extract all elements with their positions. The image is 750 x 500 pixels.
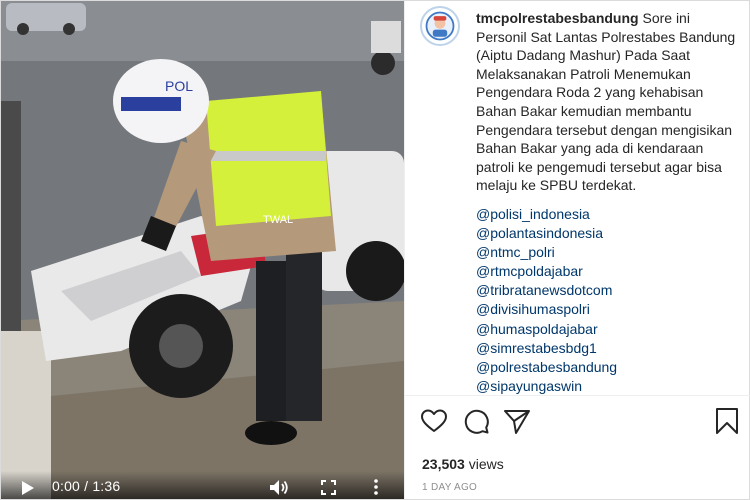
- caption-line: Bahan Bakar yang ada di kendaraan: [476, 140, 704, 157]
- mention-link[interactable]: @polrestabesbandung: [476, 358, 736, 377]
- post-caption: tmcpolrestabesbandung Sore ini Personil …: [476, 9, 746, 195]
- caption-line: Sore ini: [642, 10, 690, 26]
- post-timestamp[interactable]: 1 DAY AGO: [422, 482, 477, 493]
- view-count[interactable]: 23,503 views: [422, 456, 504, 472]
- action-bar: [405, 407, 750, 439]
- mention-link[interactable]: @polisi_indonesia: [476, 205, 736, 224]
- views-label: views: [468, 456, 504, 472]
- mention-link[interactable]: @polantasindonesia: [476, 224, 736, 243]
- caption-line: Pengendara tersebut dengan mengisikan: [476, 121, 733, 138]
- more-vertical-icon[interactable]: [374, 479, 378, 495]
- post-side-panel: tmcpolrestabesbandung Sore ini Personil …: [404, 1, 750, 499]
- fullscreen-icon[interactable]: [321, 480, 336, 495]
- share-icon[interactable]: [503, 407, 531, 435]
- caption-line: Personil Sat Lantas Polrestabes Bandung: [476, 28, 736, 45]
- helmet-text: POL: [165, 78, 193, 94]
- vest-text: TWAL: [263, 214, 293, 226]
- caption-line: Melaksanakan Patroli Menemukan: [476, 65, 691, 82]
- caption-area[interactable]: tmcpolrestabesbandung Sore ini Personil …: [405, 1, 750, 395]
- bookmark-icon[interactable]: [713, 407, 741, 435]
- caption-line: Pengendara Roda 2 yang kehabisan: [476, 84, 704, 101]
- mention-link[interactable]: @sipayungaswin: [476, 377, 736, 395]
- caption-line: (Aiptu Dadang Mashur) Pada Saat: [476, 47, 691, 64]
- caption-line: melaju ke SPBU terdekat.: [476, 177, 637, 194]
- volume-icon[interactable]: [269, 479, 289, 496]
- heart-icon[interactable]: [420, 407, 448, 435]
- play-icon[interactable]: [21, 480, 35, 496]
- instagram-post: POL TWAL 0:00 / 1:36 tmcpolrestabesbandu…: [0, 0, 750, 500]
- mentions-list: @polisi_indonesia @polantasindonesia @nt…: [476, 205, 736, 395]
- caption-line: Bahan Bakar kemudian membantu: [476, 102, 692, 119]
- mention-link[interactable]: @divisihumaspolri: [476, 300, 736, 319]
- username-link[interactable]: tmcpolrestabesbandung: [476, 10, 639, 26]
- avatar[interactable]: [420, 6, 460, 46]
- caption-text: Sore ini Personil Sat Lantas Polrestabes…: [476, 10, 735, 193]
- comment-icon[interactable]: [462, 407, 490, 435]
- mention-link[interactable]: @simrestabesbdg1: [476, 339, 736, 358]
- mention-link[interactable]: @tribratanewsdotcom: [476, 281, 736, 300]
- caption-line: patroli ke pengemudi tersebut agar bisa: [476, 158, 722, 175]
- mention-link[interactable]: @rtmcpoldajabar: [476, 262, 736, 281]
- police-emblem-icon: [422, 8, 458, 44]
- video-controls: 0:00 / 1:36: [1, 471, 404, 499]
- views-number: 23,503: [422, 456, 465, 472]
- divider: [405, 395, 750, 396]
- video-frame: POL TWAL: [1, 1, 404, 499]
- video-time: 0:00 / 1:36: [52, 478, 121, 494]
- video-player[interactable]: POL TWAL 0:00 / 1:36: [1, 1, 404, 499]
- mention-link[interactable]: @humaspoldajabar: [476, 320, 736, 339]
- mention-link[interactable]: @ntmc_polri: [476, 243, 736, 262]
